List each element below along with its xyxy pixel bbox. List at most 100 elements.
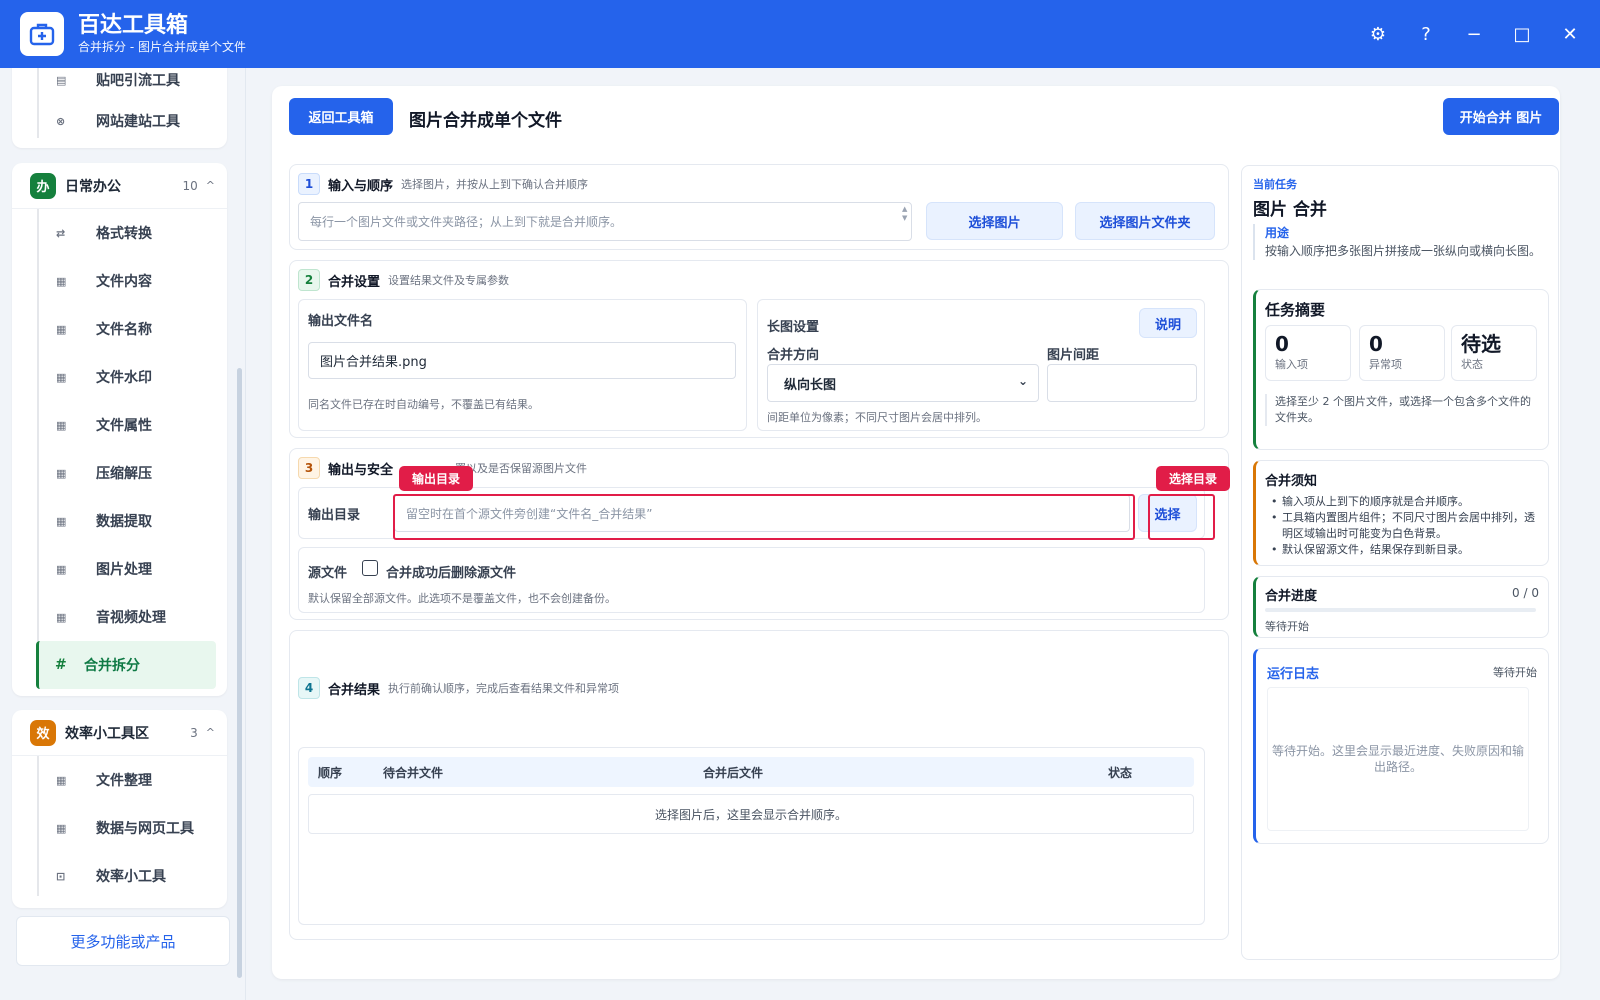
sidebar-group-marketing: ▤ 贴吧引流工具 ⊗ 网站建站工具	[12, 68, 227, 148]
select-images-button[interactable]: 选择图片	[926, 202, 1063, 240]
group-header-efficiency[interactable]: 效 效率小工具区 3 ^	[12, 710, 227, 756]
source-file-hint: 默认保留全部源文件。此选项不是覆盖文件，也不会创建备份。	[308, 592, 616, 605]
sidebar-item-website[interactable]: ⊗ 网站建站工具	[12, 97, 227, 145]
grid-icon: ▦	[56, 370, 67, 384]
globe-icon: ⊗	[56, 114, 66, 128]
grid-icon: ▦	[56, 514, 67, 528]
section-title: 输出与安全	[328, 462, 394, 478]
section-merge-result: 4 合并结果 执行前确认顺序，完成后查看结果文件和异常项 顺序 待合并文件 合并…	[289, 630, 1229, 940]
merge-progress-bar	[1265, 608, 1536, 612]
column-header: 待合并文件	[383, 766, 444, 780]
sidebar-item-watermark[interactable]: ▦ 文件水印	[12, 353, 227, 401]
source-file-box: 源文件 合并成功后删除源文件 默认保留全部源文件。此选项不是覆盖文件，也不会创建…	[298, 547, 1205, 613]
section-input-order: 1 输入与顺序 选择图片，并按从上到下确认合并顺序 每行一个图片文件或文件夹路径…	[289, 164, 1229, 250]
start-merge-button[interactable]: 开始合并 图片	[1443, 98, 1559, 135]
section-number: 3	[298, 457, 320, 479]
current-task-label: 当前任务	[1253, 178, 1297, 191]
direction-select[interactable]: 纵向长图 ⌄	[767, 364, 1039, 402]
highlight-output-dir-input	[393, 494, 1135, 540]
sidebar-item-extract[interactable]: ▦ 数据提取	[12, 497, 227, 545]
sidebar-item-properties[interactable]: ▦ 文件属性	[12, 401, 227, 449]
sidebar-item-data-web[interactable]: ▦ 数据与网页工具	[12, 804, 227, 852]
group-count-office: 10	[182, 178, 198, 193]
sidebar-item-content[interactable]: ▦ 文件内容	[12, 257, 227, 305]
column-header: 状态	[1108, 766, 1133, 780]
merge-progress-title: 合并进度	[1265, 589, 1318, 604]
merge-progress-card: 合并进度 0 / 0 等待开始	[1253, 576, 1549, 638]
close-icon[interactable]: ✕	[1560, 24, 1580, 45]
output-filename-input[interactable]: 图片合并结果.png	[308, 342, 736, 379]
sidebar-scrollbar[interactable]	[237, 368, 242, 978]
sidebar-item-format[interactable]: ⇄ 格式转换	[12, 209, 227, 257]
sidebar-item-filename[interactable]: ▦ 文件名称	[12, 305, 227, 353]
grid-icon: ▦	[56, 274, 67, 288]
merge-notice-card: 合并须知 输入项从上到下的顺序就是合并顺序。 工具箱内置图片组件；不同尺寸图片会…	[1253, 460, 1549, 566]
hash-icon: #	[55, 657, 67, 673]
grid-icon: ▦	[56, 773, 67, 787]
sidebar-item-efficiency-tools[interactable]: ⊡ 效率小工具	[12, 852, 227, 900]
explain-button[interactable]: 说明	[1139, 308, 1197, 338]
app-title: 百达工具箱	[78, 13, 189, 38]
long-image-settings-title: 长图设置	[767, 320, 820, 335]
chevron-down-icon: ⌄	[1017, 374, 1028, 388]
section-title: 合并结果	[328, 682, 381, 698]
delete-source-label[interactable]: 合并成功后删除源文件	[386, 562, 516, 581]
page-title: 图片合并成单个文件	[409, 111, 562, 131]
purpose-label: 用途	[1265, 226, 1290, 240]
input-paths-textarea[interactable]: 每行一个图片文件或文件夹路径；从上到下就是合并顺序。	[298, 202, 912, 241]
swap-arrows-icon: ⇄	[56, 226, 66, 240]
sidebar-item-compress[interactable]: ▦ 压缩解压	[12, 449, 227, 497]
sidebar-item-merge-split[interactable]: # 合并拆分	[36, 641, 216, 689]
section-description: 选择图片，并按从上到下确认合并顺序	[401, 178, 589, 191]
notice-item: 默认保留源文件，结果保存到新目录。	[1265, 542, 1535, 558]
grid-icon: ▦	[56, 610, 67, 624]
spacing-label: 图片间距	[1047, 348, 1100, 363]
run-log-card: 运行日志 等待开始 等待开始。这里会显示最近进度、失败原因和输出路径。	[1253, 648, 1549, 844]
section-merge-settings: 2 合并设置 设置结果文件及专属参数 输出文件名 图片合并结果.png 同名文件…	[289, 260, 1229, 438]
toolbox-icon: ⊡	[56, 869, 66, 883]
group-header-office[interactable]: 办 日常办公 10 ^	[12, 163, 227, 209]
task-summary-hint: 选择至少 2 个图片文件，或选择一个包含多个文件的文件夹。	[1265, 394, 1533, 426]
merge-notice-title: 合并须知	[1265, 474, 1318, 489]
minimize-icon[interactable]: −	[1464, 24, 1484, 45]
grid-icon: ▦	[56, 466, 67, 480]
section-title: 合并设置	[328, 274, 381, 290]
current-task-title: 图片 合并	[1253, 200, 1327, 220]
back-to-toolbox-button[interactable]: 返回工具箱	[289, 98, 393, 135]
section-number: 2	[298, 269, 320, 291]
run-log-area[interactable]: 等待开始。这里会显示最近进度、失败原因和输出路径。	[1267, 687, 1529, 831]
run-log-title: 运行日志	[1267, 667, 1320, 682]
notice-item: 工具箱内置图片组件；不同尺寸图片会居中排列，透明区域输出时可能变为白色背景。	[1265, 510, 1535, 542]
document-icon: ▤	[56, 73, 67, 87]
maximize-icon[interactable]: □	[1512, 24, 1532, 45]
collapse-caret-icon[interactable]: ^	[206, 179, 215, 192]
group-badge-efficiency: 效	[30, 719, 56, 746]
sidebar-group-office: 办 日常办公 10 ^ ⇄ 格式转换 ▦ 文件内容 ▦ 文件名称 ▦ 文件水印 …	[12, 163, 227, 696]
group-name-office: 日常办公	[65, 178, 121, 195]
stat-input-count: 0 输入项	[1265, 325, 1351, 381]
merge-progress-status: 等待开始	[1265, 620, 1309, 633]
long-image-settings-box: 长图设置 说明 合并方向 纵向长图 ⌄ 图片间距 间距单位为像素；不同尺寸图片会…	[757, 299, 1205, 431]
settings-gear-icon[interactable]: ⚙	[1368, 24, 1388, 45]
output-dir-label: 输出目录	[308, 508, 361, 523]
collapse-caret-icon[interactable]: ^	[206, 726, 215, 739]
group-count-efficiency: 3	[190, 725, 198, 740]
group-badge-office: 办	[30, 172, 56, 199]
app-logo-icon	[20, 12, 64, 56]
merge-notice-list: 输入项从上到下的顺序就是合并顺序。 工具箱内置图片组件；不同尺寸图片会居中排列，…	[1265, 494, 1535, 558]
help-icon[interactable]: ?	[1416, 24, 1436, 45]
spacing-input[interactable]	[1047, 364, 1197, 402]
annotation-tag-output-dir: 输出目录	[399, 466, 473, 491]
sidebar-item-av[interactable]: ▦ 音视频处理	[12, 593, 227, 641]
output-filename-box: 输出文件名 图片合并结果.png 同名文件已存在时自动编号，不覆盖已有结果。	[298, 299, 747, 431]
select-folder-button[interactable]: 选择图片文件夹	[1075, 202, 1215, 240]
group-name-efficiency: 效率小工具区	[65, 725, 149, 742]
sidebar-item-image[interactable]: ▦ 图片处理	[12, 545, 227, 593]
notice-item: 输入项从上到下的顺序就是合并顺序。	[1265, 494, 1535, 510]
sidebar-item-file-organize[interactable]: ▦ 文件整理	[12, 756, 227, 804]
delete-source-checkbox[interactable]	[362, 560, 378, 576]
task-info-panel: 当前任务 图片 合并 用途 按输入顺序把多张图片拼接成一张纵向或横向长图。 任务…	[1241, 165, 1559, 960]
sidebar-group-efficiency: 效 效率小工具区 3 ^ ▦ 文件整理 ▦ 数据与网页工具 ⊡ 效率小工具	[12, 710, 227, 908]
more-products-button[interactable]: 更多功能或产品	[16, 916, 230, 966]
purpose-block: 用途 按输入顺序把多张图片拼接成一张纵向或横向长图。	[1253, 224, 1549, 260]
